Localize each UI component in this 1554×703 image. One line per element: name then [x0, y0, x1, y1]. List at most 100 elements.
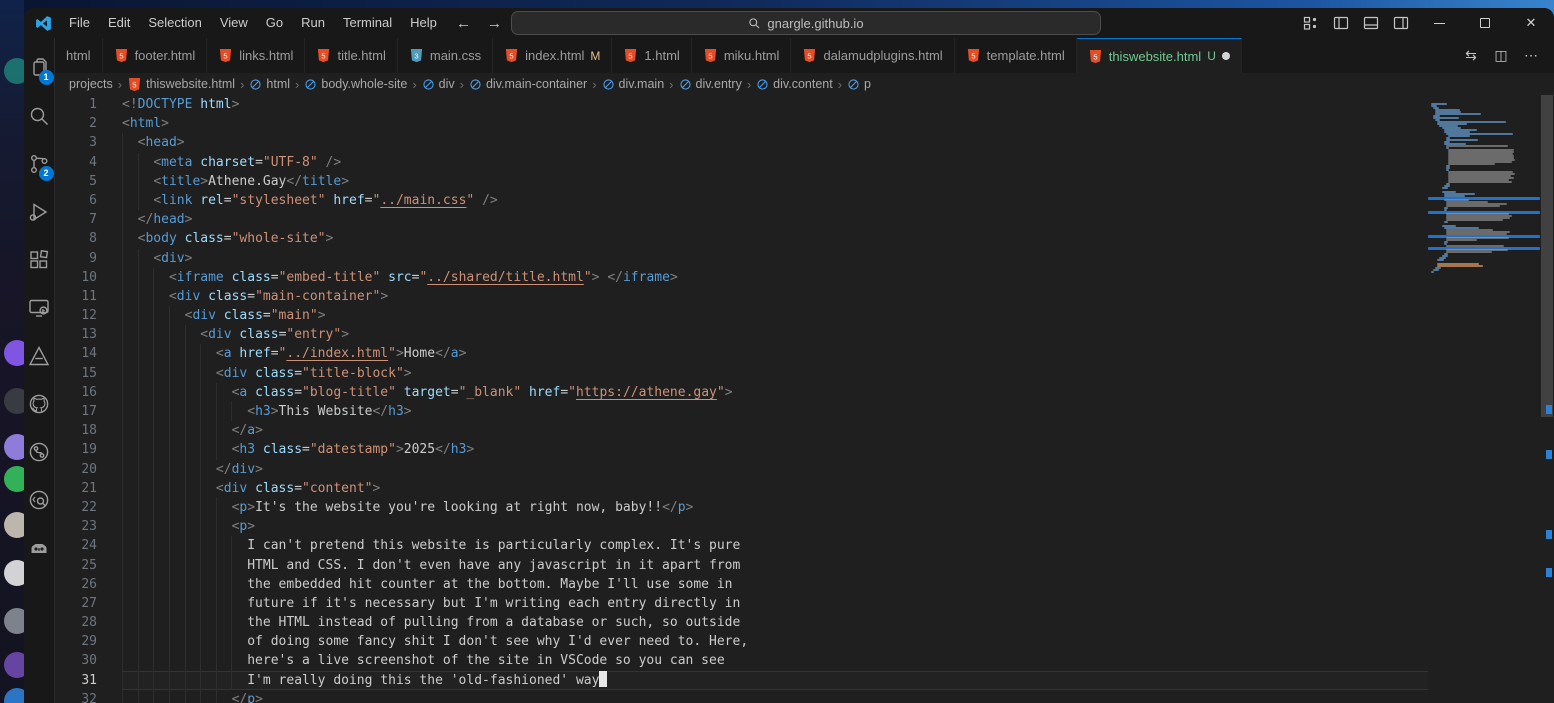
unsaved-dot-icon[interactable] — [1222, 52, 1230, 60]
code-line-12[interactable]: 12 <div class="main"> — [55, 306, 1428, 325]
code-line-18[interactable]: 18 </a> — [55, 421, 1428, 440]
explorer-icon[interactable]: 1 — [24, 44, 55, 92]
code-line-content[interactable]: <link rel="stylesheet" href="../main.css… — [122, 191, 1428, 210]
code-line-content[interactable]: </div> — [122, 460, 1428, 479]
nav-forward-button[interactable]: → — [487, 15, 502, 32]
code-line-13[interactable]: 13 <div class="entry"> — [55, 325, 1428, 344]
code-line-9[interactable]: 9 <div> — [55, 249, 1428, 268]
code-line-content[interactable]: <title>Athene.Gay</title> — [122, 172, 1428, 191]
code-line-content[interactable]: HTML and CSS. I don't even have any java… — [122, 556, 1428, 575]
breadcrumb-item-projects[interactable]: projects — [69, 77, 113, 91]
code-line-content[interactable]: <a href="../index.html">Home</a> — [122, 344, 1428, 363]
menu-help[interactable]: Help — [401, 8, 446, 38]
code-line-3[interactable]: 3 <head> — [55, 133, 1428, 152]
customize-layout-icon[interactable] — [1296, 8, 1326, 38]
code-line-2[interactable]: 2<html> — [55, 114, 1428, 133]
tab-links-html[interactable]: 5links.html — [207, 38, 305, 73]
code-line-16[interactable]: 16 <a class="blog-title" target="_blank"… — [55, 383, 1428, 402]
tab-main-css[interactable]: 3main.css — [398, 38, 493, 73]
tab-miku-html[interactable]: 5miku.html — [692, 38, 792, 73]
code-line-6[interactable]: 6 <link rel="stylesheet" href="../main.c… — [55, 191, 1428, 210]
breadcrumb-item-div-content[interactable]: div.content — [756, 77, 833, 91]
tab-footer-html[interactable]: 5footer.html — [103, 38, 208, 73]
breadcrumb-item-p[interactable]: p — [847, 77, 871, 91]
code-line-14[interactable]: 14 <a href="../index.html">Home</a> — [55, 344, 1428, 363]
open-changes-icon[interactable]: ⇆ — [1458, 43, 1484, 69]
breadcrumb-item-div-entry[interactable]: div.entry — [679, 77, 742, 91]
code-line-20[interactable]: 20 </div> — [55, 460, 1428, 479]
code-line-8[interactable]: 8 <body class="whole-site"> — [55, 229, 1428, 248]
code-line-content[interactable]: the embedded hit counter at the bottom. … — [122, 575, 1428, 594]
command-center[interactable]: gnargle.github.io — [511, 11, 1101, 35]
code-line-content[interactable]: <div class="main"> — [122, 306, 1428, 325]
code-line-content[interactable]: <body class="whole-site"> — [122, 229, 1428, 248]
remote-explorer-icon[interactable] — [24, 284, 55, 332]
code-line-15[interactable]: 15 <div class="title-block"> — [55, 364, 1428, 383]
tab-template-html[interactable]: 5template.html — [955, 38, 1077, 73]
minimize-button[interactable] — [1416, 8, 1462, 38]
breadcrumb-item-div-main-container[interactable]: div.main-container — [469, 77, 587, 91]
code-line-content[interactable]: <p> — [122, 517, 1428, 536]
code-line-26[interactable]: 26 the embedded hit counter at the botto… — [55, 575, 1428, 594]
menu-terminal[interactable]: Terminal — [334, 8, 401, 38]
tab-index-html[interactable]: 5index.htmlM — [493, 38, 612, 73]
code-line-30[interactable]: 30 here's a live screenshot of the site … — [55, 651, 1428, 670]
code-line-content[interactable]: <meta charset="UTF-8" /> — [122, 153, 1428, 172]
source-control-icon[interactable]: 2 — [24, 140, 55, 188]
code-line-content[interactable]: I can't pretend this website is particul… — [122, 536, 1428, 555]
code-line-23[interactable]: 23 <p> — [55, 517, 1428, 536]
code-line-content[interactable]: <!DOCTYPE html> — [122, 95, 1428, 114]
nav-back-button[interactable]: ← — [456, 15, 471, 32]
github-icon[interactable] — [24, 380, 55, 428]
code-line-27[interactable]: 27 future if it's necessary but I'm writ… — [55, 594, 1428, 613]
a-extension-icon[interactable] — [24, 332, 55, 380]
code-line-content[interactable]: <div> — [122, 249, 1428, 268]
code-line-content[interactable]: the HTML instead of pulling from a datab… — [122, 613, 1428, 632]
menu-go[interactable]: Go — [257, 8, 292, 38]
code-line-content[interactable]: <head> — [122, 133, 1428, 152]
code-line-32[interactable]: 32 </p> — [55, 690, 1428, 703]
code-search-icon[interactable] — [24, 476, 55, 524]
code-line-28[interactable]: 28 the HTML instead of pulling from a da… — [55, 613, 1428, 632]
code-line-content[interactable]: future if it's necessary but I'm writing… — [122, 594, 1428, 613]
run-debug-icon[interactable] — [24, 188, 55, 236]
tab-html[interactable]: html — [55, 38, 103, 73]
close-button[interactable]: ✕ — [1508, 8, 1554, 38]
code-line-content[interactable]: <div class="main-container"> — [122, 287, 1428, 306]
code-line-24[interactable]: 24 I can't pretend this website is parti… — [55, 536, 1428, 555]
tab-dalamudplugins-html[interactable]: 5dalamudplugins.html — [791, 38, 954, 73]
code-line-22[interactable]: 22 <p>It's the website you're looking at… — [55, 498, 1428, 517]
menu-edit[interactable]: Edit — [99, 8, 139, 38]
maximize-button[interactable] — [1462, 8, 1508, 38]
toggle-panel-icon[interactable] — [1356, 8, 1386, 38]
code-line-content[interactable]: </head> — [122, 210, 1428, 229]
scrollbar-thumb[interactable] — [1541, 95, 1553, 417]
code-line-content[interactable]: <div class="entry"> — [122, 325, 1428, 344]
toggle-secondary-sidebar-icon[interactable] — [1386, 8, 1416, 38]
code-line-content[interactable]: <div class="title-block"> — [122, 364, 1428, 383]
code-line-1[interactable]: 1<!DOCTYPE html> — [55, 95, 1428, 114]
code-line-content[interactable]: <html> — [122, 114, 1428, 133]
code-line-31[interactable]: 31 I'm really doing this the 'old-fashio… — [55, 671, 1428, 690]
code-line-content[interactable]: <iframe class="embed-title" src="../shar… — [122, 268, 1428, 287]
menu-file[interactable]: File — [60, 8, 99, 38]
code-line-25[interactable]: 25 HTML and CSS. I don't even have any j… — [55, 556, 1428, 575]
tab-thiswebsite-html[interactable]: 5thiswebsite.htmlU — [1077, 38, 1242, 73]
code-line-content[interactable]: <h3 class="datestamp">2025</h3> — [122, 440, 1428, 459]
breadcrumb-item-div[interactable]: div — [422, 77, 455, 91]
split-editor-icon[interactable]: ◫ — [1488, 43, 1514, 69]
search-icon[interactable] — [24, 92, 55, 140]
godot-tools-icon[interactable] — [24, 524, 55, 572]
minimap[interactable] — [1428, 95, 1540, 703]
git-graph-icon[interactable] — [24, 428, 55, 476]
code-area[interactable]: 1<!DOCTYPE html>2<html>3 <head>4 <meta c… — [55, 95, 1428, 703]
code-line-content[interactable]: <h3>This Website</h3> — [122, 402, 1428, 421]
code-editor[interactable]: 1<!DOCTYPE html>2<html>3 <head>4 <meta c… — [55, 95, 1554, 703]
breadcrumb[interactable]: projects›5thiswebsite.html›html›body.who… — [55, 73, 1554, 95]
code-line-content[interactable]: I'm really doing this the 'old-fashioned… — [122, 671, 1428, 690]
code-line-5[interactable]: 5 <title>Athene.Gay</title> — [55, 172, 1428, 191]
menu-view[interactable]: View — [211, 8, 257, 38]
code-line-19[interactable]: 19 <h3 class="datestamp">2025</h3> — [55, 440, 1428, 459]
code-line-21[interactable]: 21 <div class="content"> — [55, 479, 1428, 498]
code-line-content[interactable]: </p> — [122, 690, 1428, 703]
